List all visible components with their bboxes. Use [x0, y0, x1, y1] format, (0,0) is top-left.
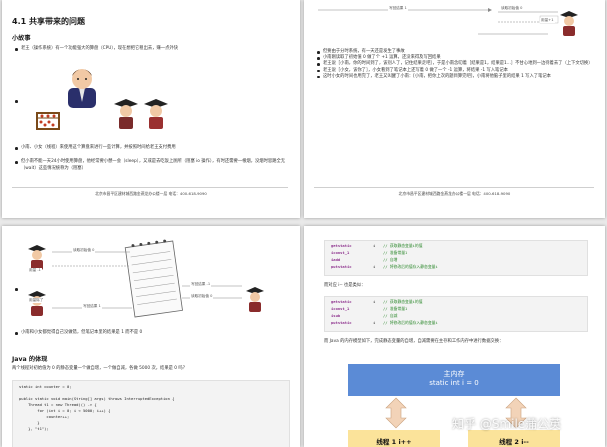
- bytecode-note: 而对应 i-- 也是类似：: [324, 283, 366, 288]
- bytecode-comment: // 将修改后的值存入静态变量i: [383, 320, 438, 325]
- bytecode-comment: // 自增: [383, 257, 398, 262]
- bytecode-comment: // 自减: [383, 313, 398, 318]
- page-footer: 北京市昌平区建材城西路金燕龙办公楼一层 电话：400-618-9090: [95, 191, 207, 196]
- bytecode-line: putstatic i // 将修改后的值存入静态变量i: [331, 264, 438, 270]
- code-line: static int counter = 0;: [19, 384, 72, 389]
- story-bullet-2: 小南、小女（线程）来使用这个算盘来进行一些计算，并按照时间给老王支付费用: [14, 145, 291, 151]
- result-bullet: 小南和小女都觉得自己没做错，但笔记本里的结果是 1 而不是 0: [14, 330, 293, 336]
- main-memory-variable: static int i = 0: [429, 379, 479, 387]
- thread-2-box: 线程 2 i--: [468, 430, 560, 447]
- watermark: 知乎 @Smile蒲公英: [452, 417, 562, 431]
- bytecode-arg: i: [373, 264, 376, 269]
- bytecode-line: putstatic i // 将修改后的值存入静态变量i: [331, 320, 438, 326]
- bytecode-op: getstatic: [331, 299, 352, 304]
- bytecode-comment: // 将修改后的值存入静态变量i: [383, 264, 438, 269]
- diagram-label-decrement: 用量 -1: [28, 268, 42, 273]
- diagram-label-read: 读取初始值 0: [500, 6, 524, 11]
- diagram-label-done: 用量除了: [28, 298, 45, 303]
- diagram-label-increment: 用量+1: [540, 18, 555, 23]
- diagram-label-writeback: 写回结果 1: [82, 304, 102, 309]
- bytecode-op: iadd: [331, 257, 341, 262]
- footer-divider: [12, 187, 288, 188]
- notebook-diagram: [28, 239, 264, 318]
- thread-1-box: 线程 1 i++: [348, 430, 440, 447]
- bytecode-comment: // 准备常量1: [383, 306, 408, 311]
- footer-divider: [314, 187, 594, 188]
- document-page-2: 写回结果 1 读取初始值 0 用量+1 但要由于分时系统，有一天还是发生了事故 …: [304, 0, 605, 218]
- thread-2-label: 线程 2 i--: [499, 438, 529, 446]
- java-code-block: static int counter = 0; public static vo…: [12, 380, 290, 447]
- bytecode-line: getstatic i // 获取静态变量i的值: [331, 299, 423, 305]
- bytecode-op: isub: [331, 313, 341, 318]
- bytecode-comment: // 获取静态变量i的值: [383, 299, 423, 304]
- bytecode-op: getstatic: [331, 243, 352, 248]
- list-item: 这时小女的时间也用完了，老王又叫醒了小南：[小南，把你上次的题目算完吧]，小南将…: [316, 74, 596, 80]
- section-subtitle: 小故事: [12, 35, 31, 42]
- bytecode-block-decrement: getstatic i// 获取静态变量i的值 iconst_1// 准备常量1 …: [324, 296, 588, 332]
- section-subtitle: Java 的体现: [12, 356, 48, 363]
- page-title: 4.1 共享带来的问题: [12, 17, 85, 26]
- race-condition-diagram: [318, 8, 578, 36]
- diagram-label-writeback: 写回结果 1: [388, 6, 408, 11]
- bytecode-line: isub // 自减: [331, 313, 397, 319]
- document-page-3: 读取初始值 0 用量 -1 写回结果 -1 读取初始值 0 用量除了 写回结果 …: [2, 226, 300, 447]
- thread-1-label: 线程 1 i++: [376, 438, 412, 446]
- bytecode-arg: i: [373, 320, 376, 325]
- story-bullet-3: 但小南不能一天24小时使用算盘，他经常要小憩一会（sleep），又或是去吃饭上厕…: [14, 159, 293, 171]
- memory-model-intro: 而 Java 的内存模型如下，完成静态变量的自增，自减需要在主存和工作内存中进行…: [324, 339, 504, 344]
- bytecode-op: putstatic: [331, 264, 352, 269]
- diagram-label-read-right: 读取初始值 0: [190, 294, 214, 299]
- main-memory-title: 主内存: [443, 370, 465, 378]
- bytecode-line: iconst_1 // 准备常量1: [331, 250, 407, 256]
- section-description: 两个线程对初始值为 0 的静态变量一个做自增，一个做自减，各做 5000 次，结…: [12, 366, 187, 371]
- bytecode-comment: // 获取静态变量i的值: [383, 243, 423, 248]
- code-line: }, "t1");: [19, 426, 49, 431]
- students-illustration: [114, 99, 168, 129]
- bytecode-line: iadd // 自增: [331, 257, 397, 263]
- document-page-4: getstatic i// 获取静态变量i的值 iconst_1// 准备常量1 …: [304, 226, 605, 447]
- bytecode-comment: // 准备常量1: [383, 250, 408, 255]
- bytecode-line: getstatic i // 获取静态变量i的值: [331, 243, 423, 249]
- diagram-label-read: 读取初始值 0: [72, 248, 96, 253]
- bytecode-op: putstatic: [331, 320, 352, 325]
- abacus-icon: [36, 112, 60, 130]
- bytecode-op: iconst_1: [331, 306, 350, 311]
- bytecode-block-increment: getstatic i// 获取静态变量i的值 iconst_1// 准备常量1 …: [324, 240, 588, 276]
- document-page-1: 4.1 共享带来的问题 小故事 老王（操作系统）有一个功能强大的算盘（CPU），…: [2, 0, 300, 218]
- page-footer: 北京市昌平区建材城西路金燕龙办公楼一层 电话：400-618-9090: [398, 191, 511, 196]
- old-man-illustration: [68, 69, 96, 108]
- bytecode-arg: i: [373, 299, 376, 304]
- main-memory-box: 主内存 static int i = 0: [348, 364, 560, 396]
- story-bullet-1: 老王（操作系统）有一个功能强大的算盘（CPU），现在想把它租出去，赚一点外快: [14, 46, 291, 52]
- story-list: 但要由于分时系统，有一天还是发生了事故 小南刚读取了初始值 0 做了个 +1 运…: [316, 49, 596, 80]
- bytecode-arg: i: [373, 243, 376, 248]
- diagram-label-writeback-neg: 写回结果 -1: [190, 282, 212, 287]
- bytecode-op: iconst_1: [331, 250, 350, 255]
- bytecode-line: iconst_1 // 准备常量1: [331, 306, 407, 312]
